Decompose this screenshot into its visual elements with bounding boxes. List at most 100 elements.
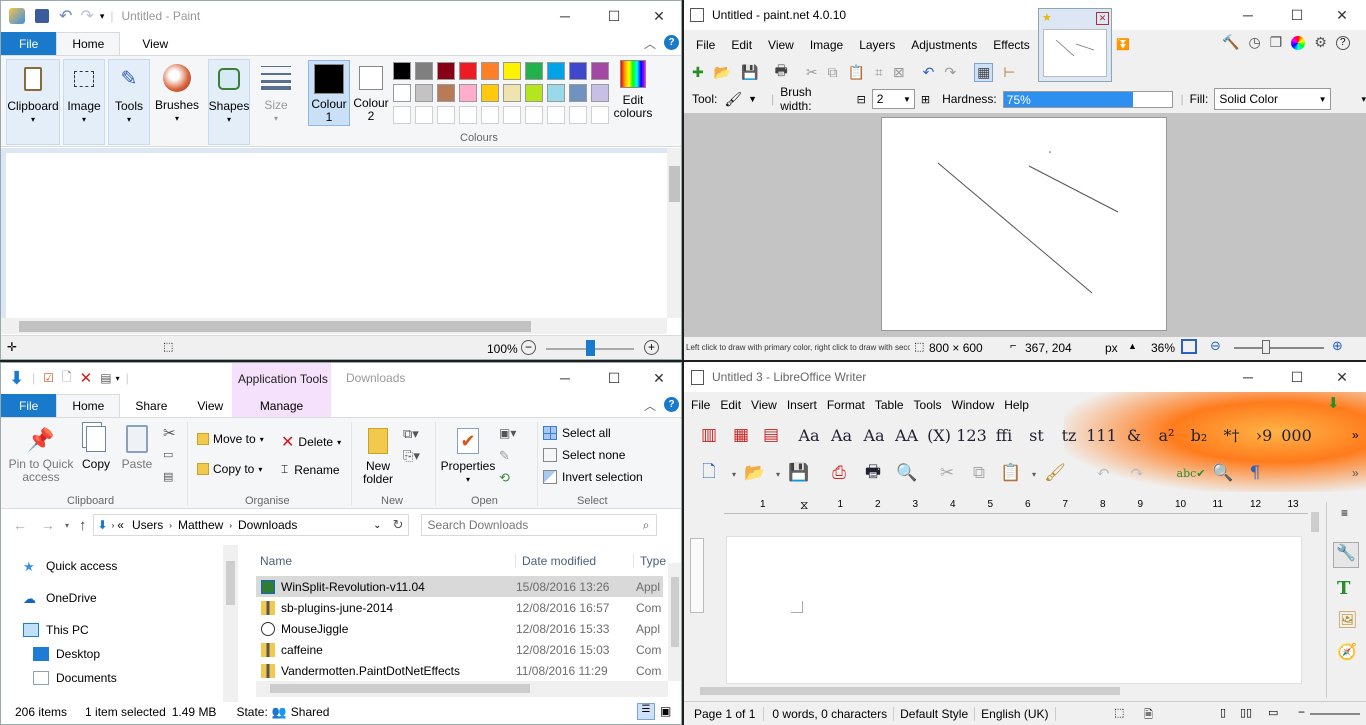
paste-button[interactable]: Paste [119,424,155,471]
tab-view[interactable]: View [120,32,183,55]
colour-swatch[interactable] [481,84,499,102]
minimize-button[interactable]: ─ [1225,0,1271,30]
properties-button[interactable]: ✔ Properties ▾ [439,426,497,486]
custom-colour-slot[interactable] [437,106,455,124]
colour-swatch[interactable] [569,62,587,80]
redo-icon[interactable]: ↷ [80,6,93,26]
colors-window-icon[interactable] [1291,36,1306,50]
redo-icon[interactable]: ↷ [944,64,956,81]
nav-quick-access[interactable]: ★ Quick access [23,555,117,577]
menu-format[interactable]: Format [822,398,870,412]
close-button[interactable]: ✕ [1319,0,1365,30]
colour-swatch[interactable] [503,84,521,102]
colour2-button[interactable]: Colour 2 [351,60,391,126]
typography-button[interactable]: 000 [1281,422,1312,448]
colour-swatch[interactable] [525,84,543,102]
menu-window[interactable]: Window [947,398,1000,412]
open-dropdown-icon[interactable]: ▾ [776,470,780,479]
menu-tools[interactable]: Tools [909,398,947,412]
tab-file[interactable]: File [1,394,57,417]
nav-scrollbar[interactable] [223,545,238,702]
colour-swatch[interactable] [459,62,477,80]
properties-qat-icon[interactable]: ☑ [43,371,54,385]
colour-swatch[interactable] [569,84,587,102]
zoom-slider[interactable] [1310,713,1360,715]
open-icon[interactable]: 📂 [714,64,731,81]
rename-button[interactable]: ⌶ Rename [281,462,340,477]
export-pdf-icon[interactable]: ⎙ [826,460,852,486]
copy-button[interactable]: Copy [79,424,113,471]
book-view-icon[interactable]: ▭ [1268,706,1278,719]
quick-access-dropdown-icon[interactable]: ▾ [100,11,105,22]
save-icon[interactable]: 💾 [786,460,812,486]
typography-button[interactable]: ffi [991,422,1017,448]
save-icon[interactable] [35,9,49,23]
colour-swatch[interactable] [437,62,455,80]
edit-colours-button[interactable]: Edit colours [613,60,653,126]
menu-effects[interactable]: Effects [985,38,1037,52]
custom-colour-slot[interactable] [415,106,433,124]
menu-help[interactable]: Help [999,398,1034,412]
custom-colour-slot[interactable] [459,106,477,124]
tab-home[interactable]: Home [56,32,121,55]
column-type[interactable]: Type [634,554,666,568]
menu-image[interactable]: Image [802,38,851,52]
navigator-deck-icon[interactable]: 🧭 [1337,642,1357,662]
paste-shortcut-icon[interactable]: ▤ [163,470,173,483]
files-vscrollbar[interactable] [668,563,681,681]
refresh-icon[interactable]: ↻ [393,517,404,533]
custom-colour-slot[interactable] [569,106,587,124]
tab-view[interactable]: View [182,394,238,417]
menu-file[interactable]: File [688,38,723,52]
thumbnail-scroll-icon[interactable]: ⏬ [1116,38,1130,51]
tool-dropdown-icon[interactable]: ▼ [748,94,757,104]
zoom-out-icon[interactable]: ⊖ [1210,338,1221,354]
menu-adjustments[interactable]: Adjustments [903,38,985,52]
print-icon[interactable]: 🖶 [775,60,788,84]
paintbrush-tool-icon[interactable]: 🖌 [724,91,742,108]
grid-icon[interactable]: ▦ [974,62,994,82]
new-folder-qat-icon[interactable]: 🗋 [62,368,72,389]
nav-onedrive[interactable]: ☁ OneDrive [23,587,97,609]
new-document-icon[interactable]: 🗋 [696,460,722,486]
breadcrumb-downloads[interactable]: Downloads [238,518,297,532]
colour-swatch[interactable] [393,62,411,80]
custom-colour-slot[interactable] [503,106,521,124]
tools-button[interactable]: ✎ Tools ▾ [108,59,150,145]
paste-icon[interactable]: 📋 [998,460,1024,486]
deselect-icon[interactable]: ⊠ [893,64,905,81]
new-image-icon[interactable]: ✚ [692,64,704,81]
file-row[interactable]: Vandermotten.PaintDotNetEffects 11/08/201… [256,660,663,681]
help-icon[interactable]: ? [664,397,679,412]
brush-width-select[interactable]: 2 ▼ [871,89,915,109]
collapse-ribbon-icon[interactable]: ︿ [644,35,656,52]
zoom-in-button[interactable]: + [644,340,659,355]
forward-button[interactable]: → [41,517,55,533]
menu-edit[interactable]: Edit [715,398,746,412]
zoom-value[interactable]: 36% [1151,341,1175,355]
thumbnail-close-icon[interactable]: ✕ [1096,12,1109,25]
multi-page-view-icon[interactable]: ▯▯ [1240,706,1252,719]
collapse-ribbon-icon[interactable]: ︿ [644,397,656,414]
zoom-in-icon[interactable]: ⊕ [1332,338,1343,354]
print-icon[interactable]: 🖶 [860,460,886,486]
colour-swatch[interactable] [503,62,521,80]
typography-button[interactable]: 123 [956,422,987,448]
single-page-view-icon[interactable]: ▯ [1220,706,1226,719]
close-button[interactable]: ✕ [636,363,681,393]
redo-icon[interactable]: ↷ [1124,460,1150,486]
breadcrumb-users[interactable]: Users [132,518,163,532]
find-replace-icon[interactable]: 🔍 [1210,460,1236,486]
shapes-button[interactable]: Shapes ▾ [208,59,250,145]
select-all-button[interactable]: Select all [543,426,611,440]
unit-dropdown-icon[interactable]: ▲ [1128,341,1137,351]
typography-button[interactable]: (X) [926,422,952,448]
minimize-button[interactable]: ─ [1225,362,1271,392]
delete-button[interactable]: ✕ Delete ▾ [281,432,341,452]
colour-swatch[interactable] [437,84,455,102]
history-window-icon[interactable]: ◷ [1248,34,1260,51]
help-icon[interactable]: ? [1335,36,1350,50]
custom-colour-slot[interactable] [547,106,565,124]
increase-width-icon[interactable]: ⊞ [921,93,930,106]
layers-window-icon[interactable]: ❐ [1270,34,1283,51]
